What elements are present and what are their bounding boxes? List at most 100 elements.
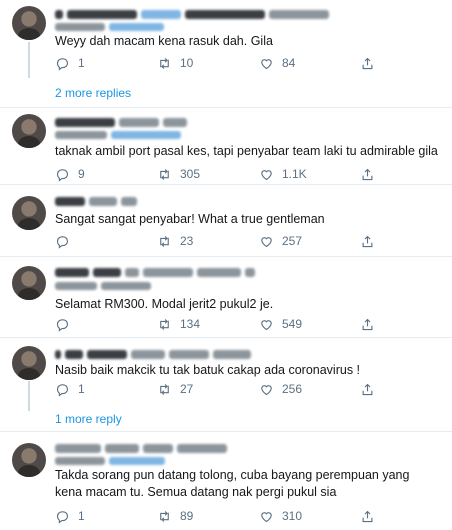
speech-bubble-icon xyxy=(56,235,69,249)
retweet-button[interactable]: 27 xyxy=(157,381,193,397)
like-count: 1.1K xyxy=(282,167,307,181)
retweet-arrows-icon xyxy=(160,57,169,69)
retweet-arrows-icon xyxy=(160,168,169,180)
avatar[interactable] xyxy=(12,196,46,230)
like-button[interactable]: 257 xyxy=(259,233,302,249)
tweet-header-redacted xyxy=(55,8,329,20)
avatar[interactable] xyxy=(12,443,46,477)
heart-icon xyxy=(261,511,272,522)
heart-icon xyxy=(261,319,272,330)
share-upload-icon xyxy=(362,168,373,180)
tweet-3[interactable]: Sangat sangat penyabar! What a true gent… xyxy=(0,186,452,257)
more-replies-link[interactable]: 1 more reply xyxy=(55,412,122,426)
tweet-2[interactable]: taknak ambil port pasal kes, tapi penyab… xyxy=(0,109,452,185)
tweet-text: Nasib baik makcik tu tak batuk cakap ada… xyxy=(55,363,361,377)
tweet-text: Sangat sangat penyabar! What a true gent… xyxy=(55,212,325,226)
like-button[interactable]: 84 xyxy=(259,55,295,71)
retweet-button[interactable]: 305 xyxy=(157,166,200,182)
speech-bubble-icon xyxy=(56,383,69,397)
tweet-1[interactable]: Weyy dah macam kena rasuk dah. Gila 1 10… xyxy=(0,0,452,83)
like-button[interactable]: 310 xyxy=(259,508,302,524)
tweet-header-redacted xyxy=(55,266,255,278)
heart-icon xyxy=(261,169,272,180)
tweet-text: Weyy dah macam kena rasuk dah. Gila xyxy=(55,34,273,48)
tweet-text: taknak ambil port pasal kes, tapi penyab… xyxy=(55,144,438,158)
share-upload-icon xyxy=(362,510,373,522)
share-button[interactable] xyxy=(360,55,375,71)
reply-count: 1 xyxy=(78,382,85,396)
tweet-actions: 1 10 84 xyxy=(55,55,385,71)
thread-connector-line xyxy=(28,42,30,78)
avatar[interactable] xyxy=(12,114,46,148)
tweet-header-redacted xyxy=(55,195,137,207)
retweet-button[interactable]: 10 xyxy=(157,55,193,71)
share-button[interactable] xyxy=(360,381,375,397)
tweet-actions: 1 27 256 xyxy=(55,381,385,397)
share-upload-icon xyxy=(362,383,373,395)
retweet-button[interactable]: 134 xyxy=(157,316,200,332)
retweet-button[interactable]: 89 xyxy=(157,508,193,524)
speech-bubble-icon xyxy=(56,318,69,332)
reply-button[interactable]: 1 xyxy=(55,55,85,71)
like-count: 84 xyxy=(282,56,296,70)
like-count: 256 xyxy=(282,382,303,396)
tweet-actions: 134 549 xyxy=(55,316,385,332)
retweet-count: 27 xyxy=(180,382,194,396)
retweet-count: 23 xyxy=(180,234,194,248)
tweet-actions: 1 89 310 xyxy=(55,508,385,524)
tweet-actions: 9 305 1.1K xyxy=(55,166,385,182)
share-upload-icon xyxy=(362,57,373,69)
retweet-count: 134 xyxy=(180,317,201,331)
tweet-4[interactable]: Selamat RM300. Modal jerit2 pukul2 je. 1… xyxy=(0,258,452,338)
replying-to-redacted xyxy=(55,281,151,291)
reply-count: 9 xyxy=(78,167,85,181)
heart-icon xyxy=(261,58,272,69)
reply-button[interactable]: 9 xyxy=(55,166,85,182)
reply-button[interactable]: 1 xyxy=(55,508,85,524)
reply-button[interactable] xyxy=(55,316,78,332)
reply-count: 1 xyxy=(78,509,85,523)
retweet-arrows-icon xyxy=(160,318,169,330)
retweet-arrows-icon xyxy=(160,510,169,522)
reply-count: 1 xyxy=(78,56,85,70)
tweet-6[interactable]: Takda sorang pun datang tolong, cuba bay… xyxy=(0,432,452,530)
avatar[interactable] xyxy=(12,346,46,380)
reply-button[interactable] xyxy=(55,233,78,249)
like-count: 257 xyxy=(282,234,303,248)
retweet-count: 305 xyxy=(180,167,201,181)
reply-button[interactable]: 1 xyxy=(55,381,85,397)
speech-bubble-icon xyxy=(56,510,69,524)
like-count: 310 xyxy=(282,509,303,523)
reply-thread: Weyy dah macam kena rasuk dah. Gila 1 10… xyxy=(0,0,452,530)
thread-connector-line xyxy=(28,381,30,411)
share-upload-icon xyxy=(362,235,373,247)
replying-to-redacted xyxy=(55,130,181,140)
retweet-arrows-icon xyxy=(160,383,169,395)
tweet-actions: 23 257 xyxy=(55,233,385,249)
speech-bubble-icon xyxy=(56,168,69,182)
tweet-header-redacted xyxy=(55,442,227,454)
like-button[interactable]: 1.1K xyxy=(259,166,307,182)
retweet-arrows-icon xyxy=(160,235,169,247)
avatar[interactable] xyxy=(12,6,46,40)
replying-to-redacted xyxy=(55,456,165,466)
tweet-text: Takda sorang pun datang tolong, cuba bay… xyxy=(55,468,410,499)
retweet-button[interactable]: 23 xyxy=(157,233,193,249)
heart-icon xyxy=(261,384,272,395)
retweet-count: 10 xyxy=(180,56,194,70)
like-button[interactable]: 549 xyxy=(259,316,302,332)
replying-to-redacted xyxy=(55,22,164,32)
more-replies-link[interactable]: 2 more replies xyxy=(55,86,131,100)
speech-bubble-icon xyxy=(56,57,69,71)
heart-icon xyxy=(261,236,272,247)
like-count: 549 xyxy=(282,317,303,331)
tweet-5[interactable]: Nasib baik makcik tu tak batuk cakap ada… xyxy=(0,339,452,409)
share-button[interactable] xyxy=(360,316,375,332)
share-button[interactable] xyxy=(360,166,375,182)
share-button[interactable] xyxy=(360,508,375,524)
retweet-count: 89 xyxy=(180,509,194,523)
avatar[interactable] xyxy=(12,266,46,300)
like-button[interactable]: 256 xyxy=(259,381,302,397)
share-button[interactable] xyxy=(360,233,375,249)
tweet-text: Selamat RM300. Modal jerit2 pukul2 je. xyxy=(55,297,274,311)
